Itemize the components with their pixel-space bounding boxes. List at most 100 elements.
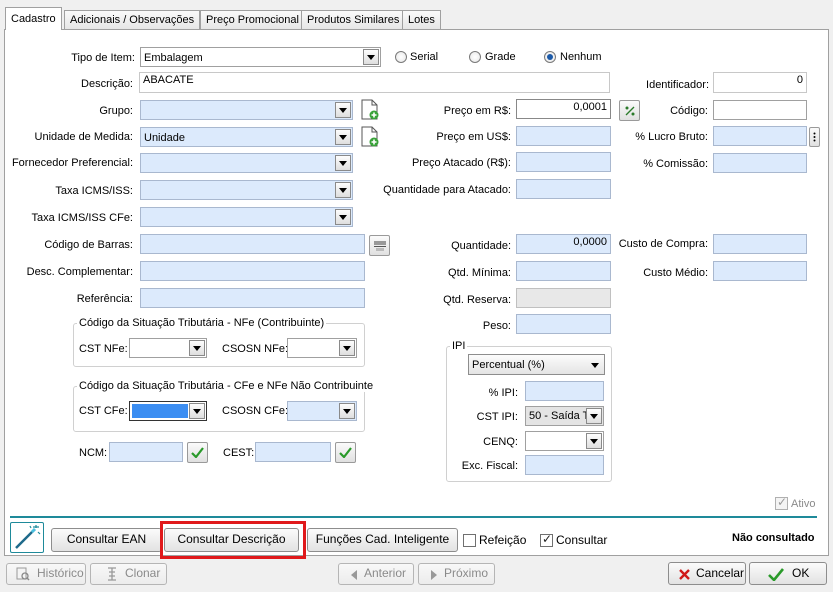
taxa-icms-select[interactable] [140, 180, 353, 200]
tab-produtos-similares[interactable]: Produtos Similares [301, 10, 406, 29]
lucro-bruto-input[interactable] [713, 126, 807, 146]
chevron-down-icon[interactable] [335, 182, 351, 198]
tab-lotes[interactable]: Lotes [402, 10, 441, 29]
desc-complementar-input[interactable] [140, 261, 365, 281]
historico-button[interactable]: Histórico [6, 563, 86, 585]
qtd-reserva-field [516, 288, 611, 308]
custo-compra-input[interactable] [713, 234, 807, 254]
cst-cfe-selection [132, 404, 188, 418]
tab-adicionais[interactable]: Adicionais / Observações [64, 10, 201, 29]
unidade-label: Unidade de Medida: [34, 131, 133, 143]
radio-nenhum[interactable] [544, 51, 556, 63]
chevron-down-icon[interactable] [339, 340, 355, 356]
custo-medio-input[interactable] [713, 261, 807, 281]
chevron-down-icon[interactable] [189, 403, 205, 419]
cst-nfe-select[interactable] [129, 338, 207, 358]
chevron-down-icon[interactable] [363, 49, 379, 65]
exc-fiscal-input[interactable] [525, 455, 604, 475]
ncm-input[interactable] [109, 442, 183, 462]
radio-serial[interactable] [395, 51, 407, 63]
tipo-item-select[interactable]: Embalagem [140, 47, 381, 67]
csosn-cfe-select[interactable] [287, 401, 357, 421]
anterior-button[interactable]: Anterior [338, 563, 414, 585]
cst-cfe-label: CST CFe: [79, 405, 128, 417]
barcode-scan-icon[interactable] [369, 235, 390, 256]
chevron-down-icon[interactable] [335, 129, 351, 145]
unidade-select[interactable]: Unidade [140, 127, 353, 147]
ativo-checkbox[interactable] [775, 495, 788, 510]
descricao-input[interactable]: ABACATE [139, 72, 610, 93]
chevron-down-icon[interactable] [339, 403, 355, 419]
fornecedor-select[interactable] [140, 153, 353, 173]
cst-ipi-select[interactable]: 50 - Saída T [525, 406, 604, 426]
proximo-button[interactable]: Próximo [418, 563, 495, 585]
cest-confirm-icon[interactable] [335, 442, 356, 463]
ipi-tipo-select[interactable]: Percentual (%) [468, 354, 605, 375]
arrow-right-icon [431, 570, 437, 580]
preco-atacado-input[interactable] [516, 152, 611, 172]
ipi-group-title: IPI [450, 340, 468, 352]
radio-grade[interactable] [469, 51, 481, 63]
cest-label: CEST: [223, 447, 255, 459]
historico-label: Histórico [37, 566, 84, 580]
magic-wand-icon[interactable] [10, 522, 44, 553]
csosn-nfe-select[interactable] [287, 338, 357, 358]
chevron-down-icon[interactable] [189, 340, 205, 356]
consultar-checkbox[interactable] [540, 532, 553, 547]
descricao-label: Descrição: [81, 78, 133, 90]
quantidade-input[interactable]: 0,0000 [516, 234, 611, 254]
cancelar-button[interactable]: Cancelar [668, 562, 746, 585]
anterior-label: Anterior [364, 566, 407, 580]
comissao-label: % Comissão: [643, 158, 708, 170]
consultar-descricao-button[interactable]: Consultar Descrição [164, 528, 299, 552]
cst-nfe-label: CST NFe: [79, 343, 128, 355]
new-unidade-icon[interactable] [360, 126, 380, 148]
arrow-left-icon [351, 570, 357, 580]
cst-cfe-select[interactable] [129, 401, 207, 421]
grupo-select[interactable] [140, 100, 353, 120]
chevron-down-icon[interactable] [335, 155, 351, 171]
consultar-ean-button[interactable]: Consultar EAN [51, 528, 162, 552]
peso-label: Peso: [482, 320, 511, 332]
referencia-input[interactable] [140, 288, 365, 308]
desc-complementar-label: Desc. Complementar: [26, 266, 133, 278]
chevron-down-icon[interactable] [335, 209, 351, 225]
qtd-atacado-label: Quantidade para Atacado: [383, 184, 511, 196]
chevron-down-icon [591, 363, 599, 368]
ok-button[interactable]: OK [749, 562, 827, 585]
new-grupo-icon[interactable] [360, 99, 380, 121]
qtd-atacado-input[interactable] [516, 179, 611, 199]
chevron-down-icon[interactable] [586, 433, 602, 449]
cest-input[interactable] [255, 442, 331, 462]
separator-line [10, 516, 817, 518]
qtd-reserva-label: Qtd. Reserva: [443, 294, 511, 306]
clonar-button[interactable]: Clonar [90, 563, 167, 585]
chevron-down-icon[interactable] [335, 102, 351, 118]
funcoes-cad-inteligente-button[interactable]: Funções Cad. Inteligente [307, 528, 458, 552]
codigo-barras-input[interactable] [140, 234, 365, 254]
ncm-confirm-icon[interactable] [187, 442, 208, 463]
more-options-icon[interactable] [809, 127, 820, 147]
referencia-label: Referência: [76, 293, 133, 305]
cenq-label: CENQ: [483, 436, 518, 448]
taxa-icms-cfe-select[interactable] [140, 207, 353, 227]
preco-rs-input[interactable]: 0,0001 [516, 99, 611, 119]
identificador-field: 0 [713, 72, 807, 93]
cenq-select[interactable] [525, 431, 604, 451]
codigo-input[interactable] [713, 100, 807, 120]
tab-preco-promocional[interactable]: Preço Promocional [200, 10, 305, 29]
refeicao-checkbox[interactable] [463, 534, 476, 547]
preco-us-input[interactable] [516, 126, 611, 146]
preco-atacado-label: Preço Atacado (R$): [411, 157, 511, 169]
descricao-value: ABACATE [143, 74, 194, 86]
proximo-label: Próximo [444, 566, 489, 580]
chevron-down-icon[interactable] [586, 408, 602, 424]
tab-cadastro[interactable]: Cadastro [5, 7, 62, 30]
qtd-minima-input[interactable] [516, 261, 611, 281]
peso-input[interactable] [516, 314, 611, 334]
ipi-pct-input[interactable] [525, 381, 604, 401]
cst-ipi-label: CST IPI: [476, 411, 518, 423]
taxa-icms-label: Taxa ICMS/ISS: [55, 185, 133, 197]
comissao-input[interactable] [713, 153, 807, 173]
percent-calc-icon[interactable] [619, 100, 640, 121]
